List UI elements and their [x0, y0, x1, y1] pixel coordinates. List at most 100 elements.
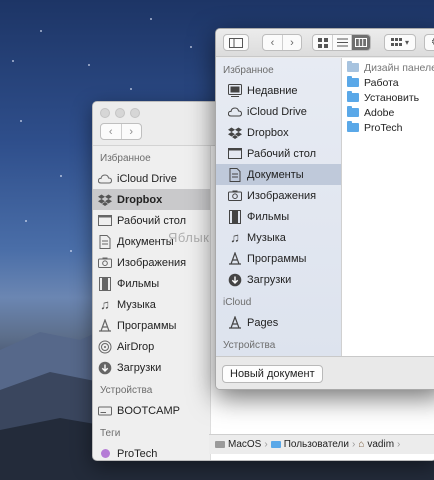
sidebar-toggle-button[interactable]: [223, 34, 249, 51]
toolbar: ‹ › ▾ ⚙: [216, 29, 434, 57]
new-document-button[interactable]: Новый документ: [222, 365, 323, 383]
file-item[interactable]: Работа: [342, 75, 434, 90]
sidebar-item-label: Dropbox: [247, 126, 289, 139]
file-item[interactable]: Adobe: [342, 105, 434, 120]
folder-icon: [347, 76, 359, 87]
arrange-menu-button[interactable]: ▾: [384, 34, 416, 51]
folder-icon: [270, 441, 281, 448]
file-item[interactable]: Установить: [342, 90, 434, 105]
columns-icon: [355, 38, 367, 47]
folder-icon: [347, 61, 359, 72]
bottom-bar: Новый документ: [216, 356, 434, 389]
sidebar-item-icloud-drive[interactable]: iCloud Drive: [216, 101, 341, 122]
sidebar-item-icloud-drive[interactable]: iCloud Drive: [93, 168, 210, 189]
finder-window-front: ‹ › ▾ ⚙ Избранное Недавние iCloud Drive …: [215, 28, 434, 390]
sidebar-item-label: Документы: [247, 168, 304, 181]
dropbox-icon: [228, 126, 242, 140]
path-item-macos[interactable]: MacOS: [215, 439, 261, 450]
view-mode-buttons: [312, 34, 371, 51]
file-item[interactable]: ProTech: [342, 120, 434, 135]
sidebar-item-label: Загрузки: [247, 273, 292, 286]
sidebar-section-devices: Устройства: [223, 340, 276, 351]
file-item[interactable]: Дизайн панелей: [342, 60, 434, 75]
sidebar-item-label: ProTech: [117, 447, 158, 460]
back-forward-buttons: ‹ ›: [262, 34, 302, 51]
sidebar-item-label: AirDrop: [117, 340, 155, 353]
sidebar-item-recents[interactable]: Недавние: [216, 80, 341, 101]
sidebar-item-label: Фильмы: [247, 210, 290, 223]
file-name: Установить: [364, 91, 420, 104]
music-icon: ♫: [100, 297, 110, 312]
camera-icon: [228, 189, 242, 203]
file-column: Дизайн панелей Работа Установить Adobe P…: [341, 58, 434, 356]
sidebar-item-label: Недавние: [247, 84, 298, 97]
sidebar-item-tag-protech[interactable]: ProTech: [93, 443, 210, 461]
path-separator-icon: ›: [351, 439, 356, 450]
minimize-button[interactable]: [115, 108, 125, 118]
sidebar-item-downloads[interactable]: Загрузки: [93, 357, 210, 378]
sidebar-icon: [229, 37, 243, 48]
applications-icon: [228, 252, 242, 266]
file-name: Работа: [364, 76, 399, 89]
tag-purple-icon: [98, 447, 112, 461]
sidebar-item-applications[interactable]: Программы: [93, 315, 210, 336]
music-icon: ♫: [230, 230, 240, 245]
sidebar-item-pictures[interactable]: Изображения: [93, 252, 210, 273]
path-label: vadim: [367, 439, 395, 450]
sidebar-item-dropbox[interactable]: Dropbox: [216, 122, 341, 143]
sidebar-item-label: Музыка: [117, 298, 156, 311]
back-button[interactable]: ‹: [101, 124, 121, 139]
sidebar-item-pictures[interactable]: Изображения: [216, 185, 341, 206]
home-icon: ⌂: [358, 439, 365, 450]
sidebar-item-desktop[interactable]: Рабочий стол: [216, 143, 341, 164]
sidebar-item-dropbox[interactable]: Dropbox: [93, 189, 210, 210]
zoom-button[interactable]: [130, 108, 140, 118]
sidebar-item-label: iCloud Drive: [117, 172, 177, 185]
disk-icon: [98, 404, 112, 418]
sidebar-item-label: Программы: [247, 252, 307, 265]
close-button[interactable]: [100, 108, 110, 118]
back-button[interactable]: ‹: [263, 35, 282, 50]
sidebar-item-applications[interactable]: Программы: [216, 248, 341, 269]
action-menu-button[interactable]: ⚙: [424, 34, 434, 51]
sidebar-item-label: Dropbox: [117, 193, 163, 206]
document-icon: [98, 234, 112, 249]
column-view-button[interactable]: [351, 35, 370, 50]
sidebar-item-music[interactable]: ♫ Музыка: [93, 294, 210, 315]
path-item-home[interactable]: ⌂ vadim: [358, 439, 394, 450]
sidebar-item-label: Рабочий стол: [117, 214, 187, 227]
sidebar-item-label: Музыка: [247, 231, 286, 244]
sidebar-item-label: Pages: [247, 316, 279, 329]
path-bar: MacOS › Пользователи › ⌂ vadim ›: [209, 434, 434, 454]
folder-icon: [347, 91, 359, 102]
list-icon: [336, 38, 348, 47]
sidebar-item-desktop[interactable]: Рабочий стол: [93, 210, 210, 231]
document-icon: [228, 167, 242, 182]
path-item-users[interactable]: Пользователи: [270, 439, 349, 450]
desktop-icon: [228, 147, 242, 161]
sidebar-item-pages[interactable]: Pages: [216, 312, 341, 333]
sidebar-section-devices: Устройства: [100, 385, 153, 396]
cloud-icon: [228, 105, 242, 119]
icon-view-button[interactable]: [313, 35, 332, 50]
sidebar-item-downloads[interactable]: Загрузки: [216, 269, 341, 290]
sidebar-item-movies[interactable]: Фильмы: [93, 273, 210, 294]
dropbox-icon: [98, 193, 112, 207]
chevron-down-icon: ▾: [404, 38, 409, 47]
sidebar-item-label: Изображения: [247, 189, 317, 202]
sidebar-item-bootcamp[interactable]: BOOTCAMP: [93, 400, 210, 421]
sidebar-item-documents[interactable]: Документы: [216, 164, 341, 185]
sidebar-section-icloud: iCloud: [223, 297, 252, 308]
download-icon: [228, 273, 242, 287]
grid-icon: [317, 37, 328, 48]
hard-drive-icon: [215, 441, 225, 448]
sidebar-section-tags: Теги: [100, 428, 121, 439]
sidebar-item-label: Программы: [117, 319, 177, 332]
forward-button[interactable]: ›: [282, 35, 301, 50]
forward-button[interactable]: ›: [120, 124, 142, 139]
list-view-button[interactable]: [332, 35, 351, 50]
sidebar-section-favorites: Избранное: [100, 153, 151, 164]
sidebar-item-airdrop[interactable]: AirDrop: [93, 336, 210, 357]
sidebar-item-movies[interactable]: Фильмы: [216, 206, 341, 227]
sidebar-item-music[interactable]: ♫ Музыка: [216, 227, 341, 248]
